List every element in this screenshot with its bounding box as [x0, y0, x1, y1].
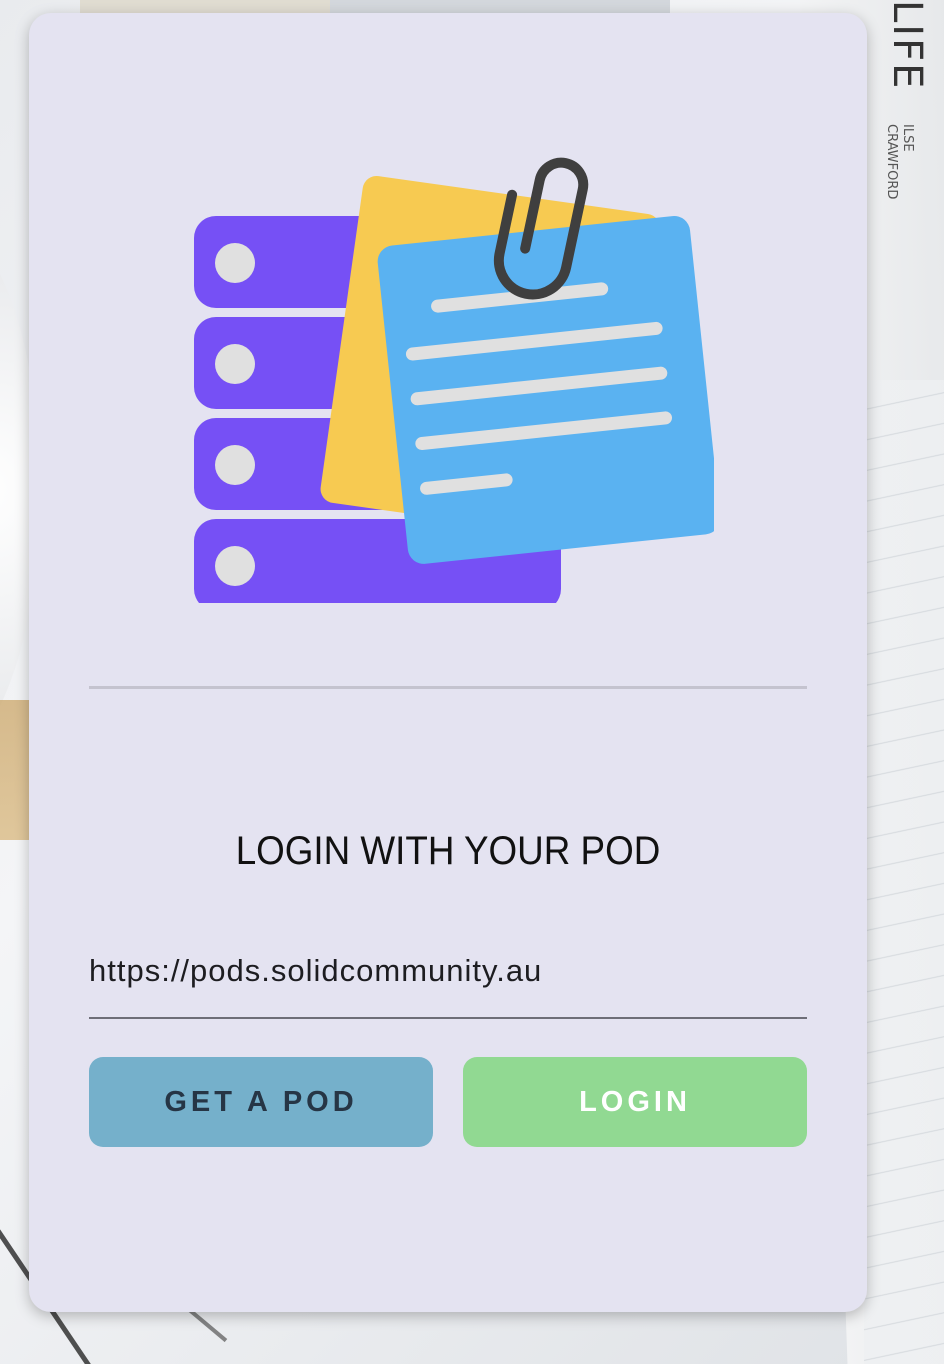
- background-item: [330, 0, 670, 14]
- server-url-field[interactable]: [89, 939, 807, 1019]
- server-url-input[interactable]: [89, 939, 807, 989]
- divider: [89, 686, 807, 689]
- background-item: [80, 0, 350, 14]
- pod-logo-icon: [194, 157, 714, 603]
- background-book-author: ILSE CRAWFORD: [884, 124, 915, 200]
- login-title: LOGIN WITH YOUR POD: [235, 829, 661, 873]
- background-wood: [0, 700, 30, 840]
- login-button[interactable]: LOGIN: [463, 1057, 807, 1147]
- background-book-pages: [864, 380, 944, 1364]
- login-card: LOGIN WITH YOUR POD GET A POD LOGIN: [29, 13, 867, 1312]
- blue-note-icon: [377, 215, 714, 564]
- background-book-title: LIFE: [884, 0, 930, 91]
- get-a-pod-button[interactable]: GET A POD: [89, 1057, 433, 1147]
